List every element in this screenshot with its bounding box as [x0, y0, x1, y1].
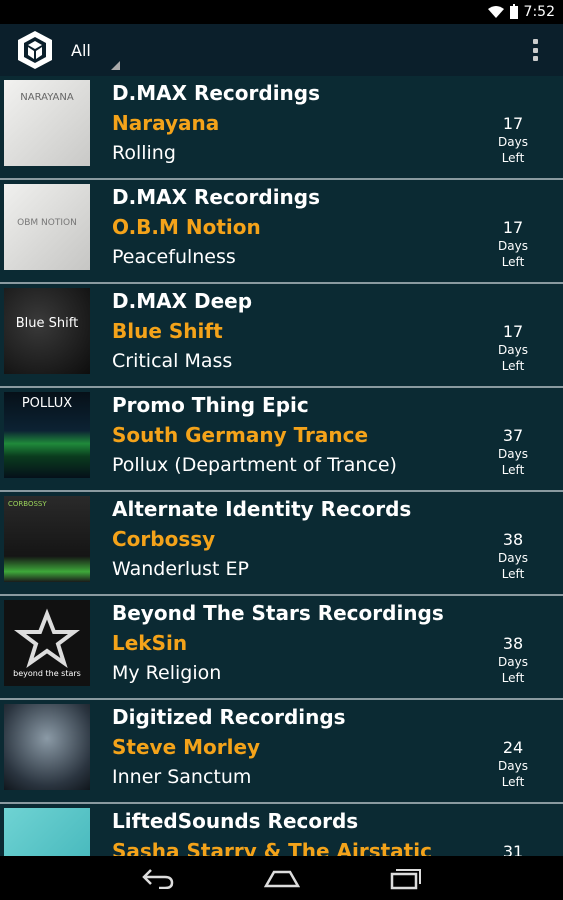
record-label: Promo Thing Epic	[112, 393, 309, 417]
record-label: Alternate Identity Records	[112, 497, 412, 521]
list-item[interactable]: POLLUX Promo Thing Epic South Germany Tr…	[0, 388, 563, 492]
album-cover	[4, 704, 90, 790]
recents-button[interactable]	[386, 863, 426, 893]
days-label: Days Left	[498, 239, 528, 269]
days-left: 24 Days Left	[485, 738, 541, 790]
home-icon	[263, 870, 300, 888]
battery-icon	[509, 3, 518, 19]
list-item[interactable]: Digitized Recordings Steve Morley Inner …	[0, 700, 563, 804]
action-bar: All	[0, 24, 563, 76]
days-left: 17 Days Left	[485, 114, 541, 166]
record-label: Digitized Recordings	[112, 705, 346, 729]
wifi-icon	[487, 6, 504, 18]
list-item[interactable]: beyond the stars Beyond The Stars Record…	[0, 596, 563, 700]
days-left: 38 Days Left	[485, 634, 541, 686]
days-count: 17	[502, 114, 524, 133]
back-button[interactable]	[138, 863, 178, 893]
list-item[interactable]: Blue Shift D.MAX Deep Blue Shift Critica…	[0, 284, 563, 388]
days-left: 17 Days Left	[485, 322, 541, 374]
days-left: 38 Days Left	[485, 530, 541, 582]
album-cover: CORBOSSY	[4, 496, 90, 582]
days-count: 17	[502, 322, 524, 341]
days-label: Days Left	[498, 343, 528, 373]
album-cover	[4, 808, 90, 856]
list-item[interactable]: OBM NOTION D.MAX Recordings O.B.M Notion…	[0, 180, 563, 284]
days-label: Days Left	[498, 447, 528, 477]
days-label: Days Left	[498, 551, 528, 581]
days-count: 38	[502, 530, 524, 549]
days-left: 37 Days Left	[485, 426, 541, 478]
days-label: Days Left	[498, 759, 528, 789]
recents-icon	[390, 869, 421, 890]
days-label: Days Left	[498, 655, 528, 685]
days-count: 38	[502, 634, 524, 653]
record-label: Beyond The Stars Recordings	[112, 601, 444, 625]
days-count: 37	[502, 426, 524, 445]
back-icon	[141, 869, 173, 889]
spinner-caret-icon	[111, 61, 120, 70]
filter-spinner[interactable]: All	[71, 24, 131, 76]
filter-label: All	[71, 40, 91, 60]
days-left: 31	[485, 842, 541, 856]
list-item[interactable]: LiftedSounds Records Sasha Starry & The …	[0, 804, 563, 856]
overflow-menu-icon[interactable]	[527, 36, 543, 64]
album-cover: OBM NOTION	[4, 184, 90, 270]
clock: 7:52	[523, 4, 555, 20]
record-label: LiftedSounds Records	[112, 809, 359, 833]
home-button[interactable]	[262, 863, 302, 893]
status-bar: 7:52	[0, 0, 563, 24]
album-cover: beyond the stars	[4, 600, 90, 686]
days-left: 17 Days Left	[485, 218, 541, 270]
app-logo-icon[interactable]	[13, 28, 57, 72]
album-cover: POLLUX	[4, 392, 90, 478]
record-label: D.MAX Deep	[112, 289, 253, 313]
days-count: 17	[502, 218, 524, 237]
days-count: 31	[502, 842, 524, 856]
list-item[interactable]: NARAYANA D.MAX Recordings Narayana Rolli…	[0, 76, 563, 180]
days-count: 24	[502, 738, 524, 757]
record-label: D.MAX Recordings	[112, 185, 321, 209]
list-item[interactable]: CORBOSSY Alternate Identity Records Corb…	[0, 492, 563, 596]
navigation-bar	[0, 856, 563, 900]
release-list: NARAYANA D.MAX Recordings Narayana Rolli…	[0, 76, 563, 856]
album-cover: Blue Shift	[4, 288, 90, 374]
record-label: D.MAX Recordings	[112, 81, 321, 105]
days-label: Days Left	[498, 135, 528, 165]
album-cover: NARAYANA	[4, 80, 90, 166]
